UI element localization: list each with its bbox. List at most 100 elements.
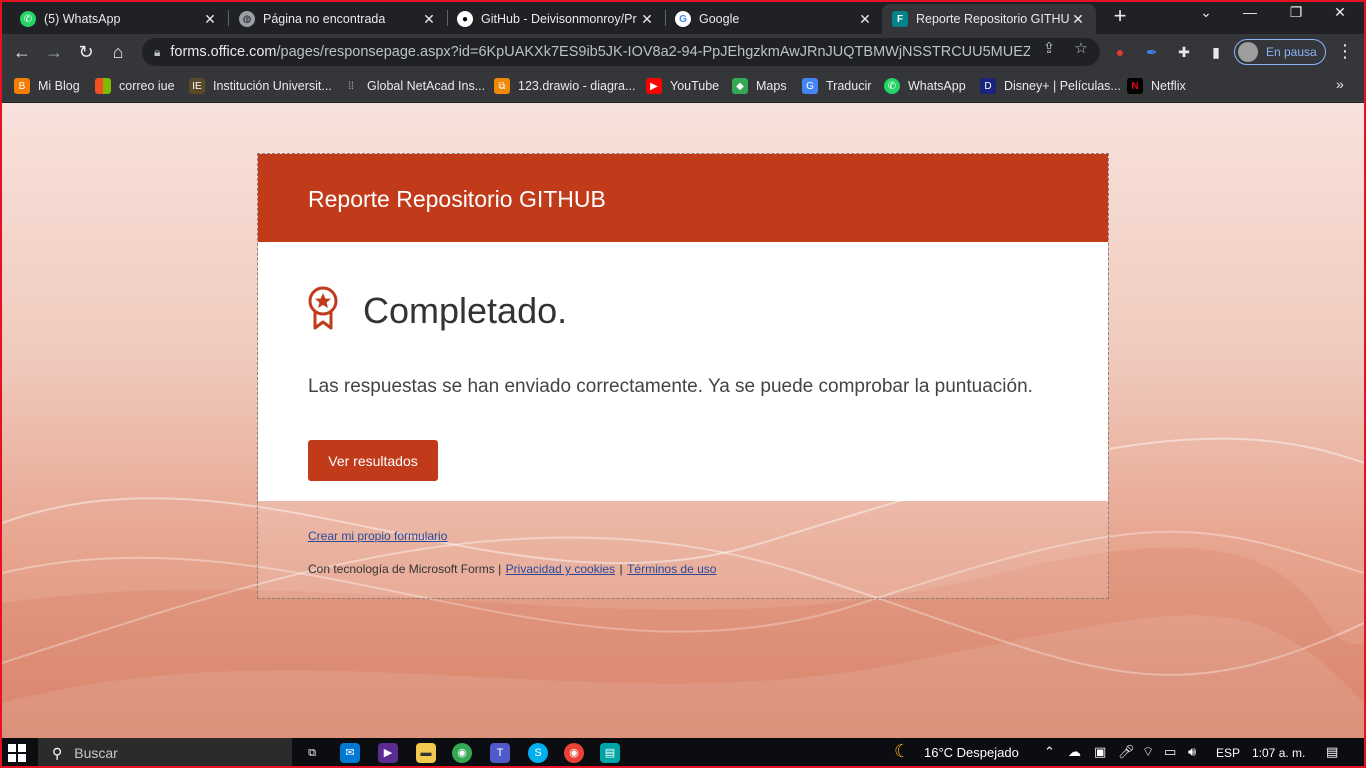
- notepad-icon[interactable]: ▤: [600, 743, 620, 763]
- tab-reporte-repositorio[interactable]: F Reporte Repositorio GITHUB ✕: [882, 4, 1096, 34]
- cloud-icon[interactable]: ☁: [1068, 744, 1081, 760]
- bookmark-correo-iue[interactable]: correo iue: [95, 76, 175, 96]
- back-arrow-icon[interactable]: ←: [10, 40, 34, 64]
- close-icon[interactable]: ✕: [1070, 11, 1086, 28]
- tab-title: Reporte Repositorio GITHUB: [916, 12, 1070, 26]
- bookmark-traducir[interactable]: G Traducir: [802, 76, 871, 96]
- mail-icon[interactable]: ✉: [340, 743, 360, 763]
- file-explorer-icon[interactable]: ▬: [416, 743, 436, 763]
- weather-text[interactable]: 16°C Despejado: [924, 745, 1019, 760]
- bookmark-mi-blog[interactable]: B Mi Blog: [14, 76, 80, 96]
- side-panel-icon[interactable]: ▮: [1206, 42, 1226, 62]
- forms-icon: F: [892, 11, 908, 27]
- windows-start-icon[interactable]: [8, 744, 26, 762]
- moon-weather-icon[interactable]: ☾: [894, 741, 910, 762]
- meet-icon[interactable]: ▣: [1094, 744, 1106, 760]
- bookmark-netflix[interactable]: N Netflix: [1127, 76, 1186, 96]
- chevron-up-icon[interactable]: ⌃: [1044, 744, 1055, 760]
- record-extension-icon[interactable]: ●: [1110, 42, 1130, 62]
- form-body: Completado. Las respuestas se han enviad…: [258, 242, 1108, 501]
- url-path: /pages/responsepage.aspx?id=6KpUAKXk7ES9…: [276, 44, 1031, 60]
- bookmark-label: Netflix: [1151, 79, 1186, 93]
- task-view-icon[interactable]: ⧉: [302, 743, 322, 763]
- skype-icon[interactable]: S: [528, 743, 548, 763]
- whatsapp-icon: ✆: [20, 11, 36, 27]
- close-icon[interactable]: ✕: [202, 11, 218, 28]
- bookmark-label: Global NetAcad Ins...: [367, 79, 486, 93]
- view-results-button[interactable]: Ver resultados: [308, 440, 438, 481]
- whatsapp-icon: ✆: [884, 78, 900, 94]
- bookmark-institucion[interactable]: IE Institución Universit...: [189, 76, 332, 96]
- tab-title: Página no encontrada: [263, 12, 386, 26]
- privacy-link[interactable]: Privacidad y cookies: [506, 562, 615, 576]
- google-icon: G: [675, 11, 691, 27]
- star-icon[interactable]: ☆: [1072, 39, 1090, 57]
- youtube-icon: ▶: [646, 78, 662, 94]
- form-header: Reporte Repositorio GITHUB: [258, 154, 1108, 242]
- wifi-icon[interactable]: ⌔: [1142, 744, 1154, 760]
- bookmark-label: Mi Blog: [38, 79, 80, 93]
- microphone-icon[interactable]: 🎤︎: [1118, 744, 1135, 760]
- tab-title: GitHub - Deivisonmonroy/Pr: [481, 12, 637, 26]
- create-form-link[interactable]: Crear mi propio formulario: [308, 529, 447, 543]
- tab-title: (5) WhatsApp: [44, 12, 121, 26]
- tab-github[interactable]: ● GitHub - Deivisonmonroy/Pr ✕: [447, 4, 665, 34]
- chrome-icon[interactable]: ◉: [452, 743, 472, 763]
- home-icon[interactable]: ⌂: [106, 40, 130, 64]
- bookmark-whatsapp[interactable]: ✆ WhatsApp: [884, 76, 966, 96]
- forward-arrow-icon[interactable]: →: [42, 40, 66, 64]
- university-icon: IE: [189, 78, 205, 94]
- bookmark-label: Institución Universit...: [213, 79, 332, 93]
- language-indicator[interactable]: ESP: [1216, 746, 1240, 760]
- form-card: Reporte Repositorio GITHUB Completado. L…: [257, 153, 1109, 599]
- clock[interactable]: 1:07 a. m.: [1252, 746, 1305, 760]
- bookmark-disney[interactable]: D Disney+ | Películas...: [980, 76, 1121, 96]
- teams-icon[interactable]: T: [490, 743, 510, 763]
- lock-icon[interactable]: 🔒︎: [154, 45, 160, 60]
- address-bar[interactable]: 🔒︎ forms.office.com/pages/responsepage.a…: [142, 38, 1100, 66]
- extensions-puzzle-icon[interactable]: ✚: [1174, 42, 1194, 62]
- video-editor-icon[interactable]: ▶: [378, 743, 398, 763]
- form-title: Reporte Repositorio GITHUB: [308, 186, 606, 212]
- drawio-icon: ⧉: [494, 78, 510, 94]
- notifications-icon[interactable]: ▤: [1326, 744, 1338, 760]
- tab-title: Google: [699, 12, 740, 26]
- close-window-button[interactable]: ✕: [1320, 4, 1360, 21]
- menu-dots-icon[interactable]: ⋮: [1336, 41, 1354, 62]
- minimize-button[interactable]: —: [1230, 4, 1270, 20]
- tab-search-chevron-icon[interactable]: ⌄: [1186, 4, 1226, 21]
- share-icon[interactable]: ⇪: [1040, 39, 1058, 57]
- tab-google[interactable]: G Google ✕: [665, 4, 883, 34]
- pen-extension-icon[interactable]: ✒: [1142, 42, 1162, 62]
- bookmark-drawio[interactable]: ⧉ 123.drawio - diagra...: [494, 76, 635, 96]
- success-message: Las respuestas se han enviado correctame…: [308, 376, 1033, 397]
- form-footer: Crear mi propio formulario Con tecnologí…: [258, 501, 1108, 598]
- netflix-icon: N: [1127, 78, 1143, 94]
- blogger-icon: B: [14, 78, 30, 94]
- taskbar-search-box[interactable]: ⚲ Buscar: [38, 738, 292, 768]
- close-icon[interactable]: ✕: [639, 11, 655, 28]
- volume-icon[interactable]: 🔊︎: [1188, 744, 1196, 760]
- disney-icon: D: [980, 78, 996, 94]
- new-tab-button[interactable]: +: [1108, 5, 1132, 29]
- profile-label: En pausa: [1266, 45, 1317, 59]
- restore-button[interactable]: ❐: [1276, 4, 1316, 21]
- bookmark-label: YouTube: [670, 79, 720, 93]
- forms-page: Reporte Repositorio GITHUB Completado. L…: [2, 103, 1364, 738]
- bookmark-maps[interactable]: ◆ Maps: [732, 76, 787, 96]
- close-icon[interactable]: ✕: [857, 11, 873, 28]
- chevron-right-icon[interactable]: »: [1336, 76, 1344, 92]
- terms-link[interactable]: Términos de uso: [627, 562, 716, 576]
- bookmark-netacad[interactable]: ⁞⁞ Global NetAcad Ins...: [343, 76, 485, 96]
- tab-pagina-no-encontrada[interactable]: ◍ Página no encontrada ✕: [229, 4, 447, 34]
- reload-icon[interactable]: ↻: [74, 40, 98, 64]
- chrome-profile-icon[interactable]: ◉: [564, 743, 584, 763]
- profile-button[interactable]: En pausa: [1234, 39, 1326, 65]
- close-icon[interactable]: ✕: [421, 11, 437, 28]
- translate-icon: G: [802, 78, 818, 94]
- bookmark-youtube[interactable]: ▶ YouTube: [646, 76, 719, 96]
- battery-icon[interactable]: ▭: [1164, 744, 1176, 760]
- tab-whatsapp[interactable]: ✆ (5) WhatsApp ✕: [10, 4, 228, 34]
- search-placeholder: Buscar: [74, 745, 118, 761]
- url-host: forms.office.com: [170, 44, 277, 60]
